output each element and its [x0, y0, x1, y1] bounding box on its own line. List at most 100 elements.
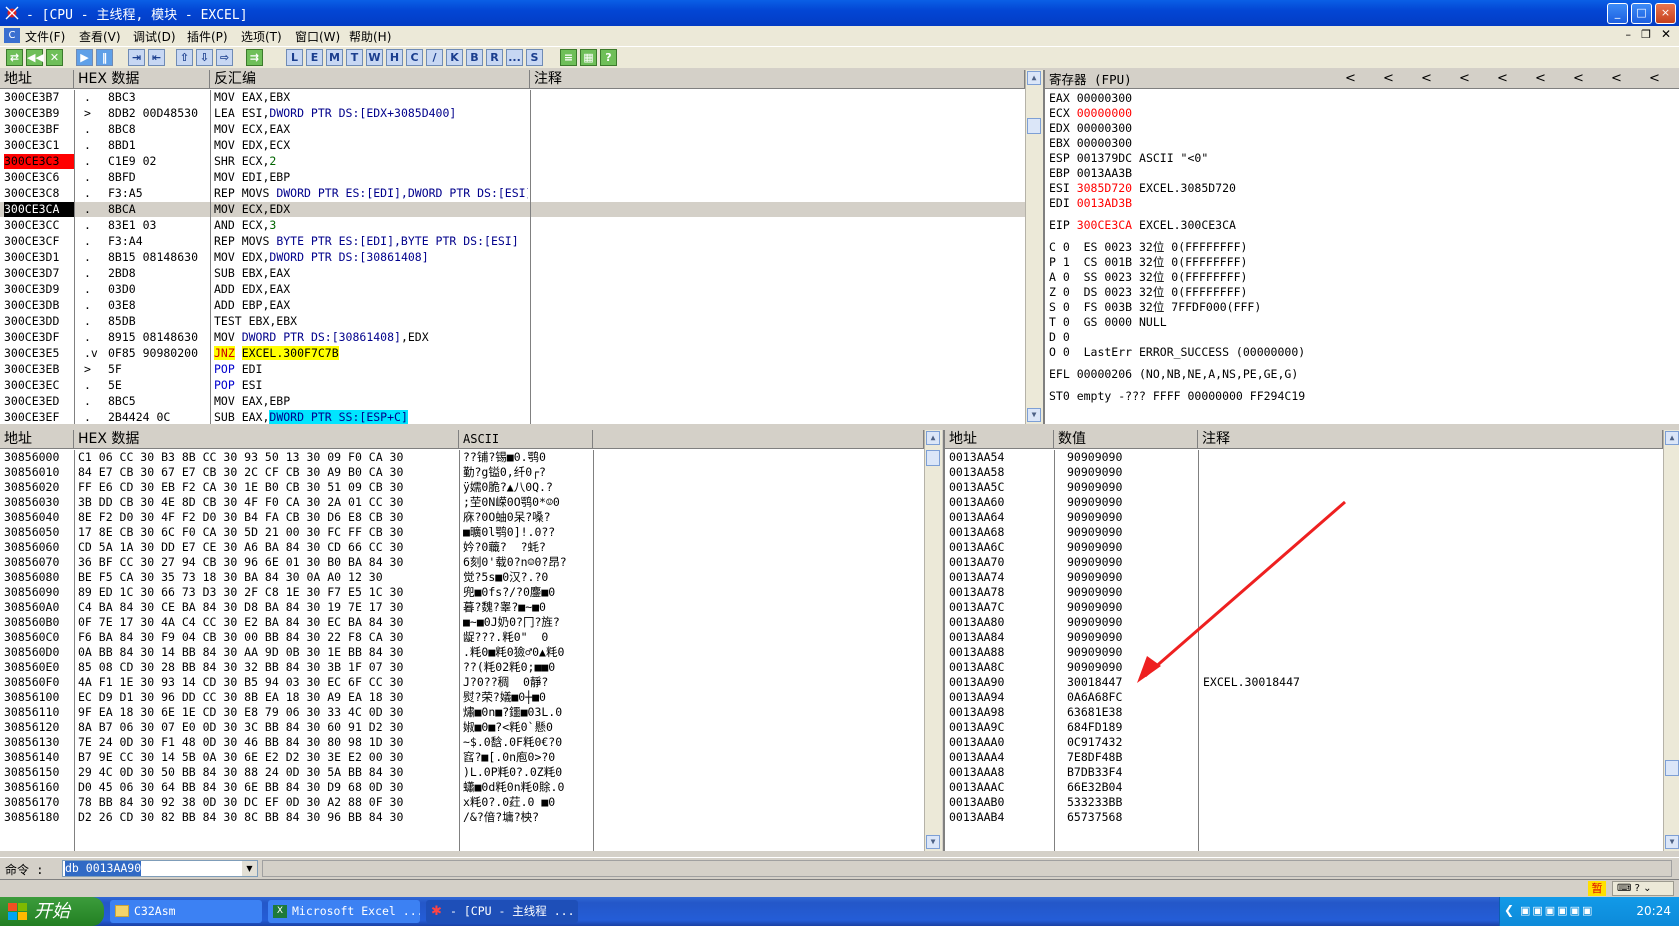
close-button[interactable]: ×	[1655, 3, 1676, 24]
source-button[interactable]: S	[526, 49, 543, 66]
stack-row[interactable]: 0013AA94 0A6A68FC	[945, 690, 1663, 705]
disasm-header-disasm[interactable]: 反汇编	[210, 70, 530, 89]
register-line[interactable]: ESI 3085D720 EXCEL.3085D720	[1049, 181, 1236, 196]
dump-row[interactable]: 30856040 8E F2 D0 30 4F F2 D0 30 B4 FA CB…	[0, 510, 924, 525]
breakpoints-button[interactable]: B	[466, 49, 483, 66]
register-nav-arrow[interactable]: <	[1497, 71, 1508, 86]
register-line[interactable]: EFL 00000206 (NO,NB,NE,A,NS,PE,GE,G)	[1049, 367, 1298, 382]
dump-row[interactable]: 30856110 9F EA 18 30 6E 1E CD 30 E8 79 06…	[0, 705, 924, 720]
help-icon[interactable]: ?	[600, 49, 617, 66]
register-line[interactable]: ESP 001379DC ASCII "<0"	[1049, 151, 1208, 166]
scroll-down-icon[interactable]: ▼	[1027, 408, 1041, 422]
dump-row[interactable]: 30856170 78 BB 84 30 92 38 0D 30 DC EF 0D…	[0, 795, 924, 810]
register-line[interactable]: EDX 00000300	[1049, 121, 1132, 136]
dump-scrollbar[interactable]: ▲ ▼	[924, 430, 942, 851]
dump-row[interactable]: 30856140 B7 9E CC 30 14 5B 0A 30 6E E2 D2…	[0, 750, 924, 765]
menu-debug[interactable]: 调试(D)	[133, 28, 176, 45]
dump-row[interactable]: 30856160 D0 45 06 30 64 BB 84 30 6E BB 84…	[0, 780, 924, 795]
dump-row[interactable]: 30856080 BE F5 CA 30 35 73 18 30 BA 84 30…	[0, 570, 924, 585]
stack-row[interactable]: 0013AA98 63681E38	[945, 705, 1663, 720]
register-nav-arrow[interactable]: <	[1459, 71, 1470, 86]
register-nav-arrow[interactable]: <	[1345, 71, 1356, 86]
dump-header-hex[interactable]: HEX 数据	[74, 430, 459, 449]
disasm-row[interactable]: 300CE3EB >5F POP EDI	[0, 362, 1025, 377]
disasm-row[interactable]: 300CE3BF. 8BC8 MOV ECX,EAX	[0, 122, 1025, 137]
dump-row[interactable]: 30856150 29 4C 0D 30 50 BB 84 30 88 24 0D…	[0, 765, 924, 780]
stack-pane[interactable]: 地址 数值 注释 0013AA54 90909090 0013AA58 9090909…	[943, 430, 1679, 851]
register-nav-arrow[interactable]: <	[1649, 71, 1660, 86]
task-ollydbg-cpu[interactable]: ✱ - [CPU - 主线程 ...	[426, 900, 578, 923]
stack-row[interactable]: 0013AAA4 7E8DF48B	[945, 750, 1663, 765]
menu-window[interactable]: 窗口(W)	[295, 28, 340, 45]
dump-row[interactable]: 30856030 3B DD CB 30 4E 8D CB 30 4F F0 CA…	[0, 495, 924, 510]
chevron-down-icon[interactable]: ▼	[242, 861, 257, 876]
restart-button[interactable]: ◀◀	[26, 49, 44, 66]
dump-row[interactable]: 30856100 EC D9 D1 30 96 DD CC 30 8B EA 18…	[0, 690, 924, 705]
dump-row[interactable]: 30856070 36 BF CC 30 27 94 CB 30 96 6E 01…	[0, 555, 924, 570]
mdi-child-icon[interactable]: C	[4, 28, 20, 43]
menu-options[interactable]: 选项(T)	[241, 28, 282, 45]
register-line[interactable]: S 0 FS 003B 32位 7FFDF000(FFF)	[1049, 300, 1261, 315]
handles-button[interactable]: H	[386, 49, 403, 66]
register-nav-arrow[interactable]: <	[1611, 71, 1622, 86]
register-nav-arrow[interactable]: <	[1535, 71, 1546, 86]
scroll-thumb[interactable]	[1665, 760, 1679, 776]
terminate-button[interactable]: ✕	[46, 49, 63, 66]
tray-expand-icon[interactable]: ❮	[1504, 903, 1514, 917]
step-into-button[interactable]: ⇥	[128, 49, 145, 66]
dump-row[interactable]: 308560F0 4A F1 1E 30 93 14 CD 30 B5 94 03…	[0, 675, 924, 690]
scroll-thumb[interactable]	[926, 450, 940, 466]
scroll-up-icon[interactable]: ▲	[1665, 431, 1679, 445]
dump-row[interactable]: 30856020 FF E6 CD 30 EB F2 CA 30 1E B0 CB…	[0, 480, 924, 495]
register-line[interactable]: EIP 300CE3CA EXCEL.300CE3CA	[1049, 218, 1236, 233]
stack-row[interactable]: 0013AA54 90909090	[945, 450, 1663, 465]
dump-row[interactable]: 308560E0 85 08 CD 30 28 BB 84 30 32 BB 84…	[0, 660, 924, 675]
register-line[interactable]: D 0	[1049, 330, 1070, 345]
disasm-row[interactable]: 300CE3C8. F3:A5 REP MOVS DWORD PTR ES:[EDI…	[0, 186, 1025, 201]
step-over-button[interactable]: ⇤	[148, 49, 165, 66]
mdi-minimize-button[interactable]: –	[1626, 28, 1632, 41]
register-line[interactable]: ECX 00000000	[1049, 106, 1132, 121]
disasm-row[interactable]: 300CE3ED. 8BC5 MOV EAX,EBP	[0, 394, 1025, 409]
dump-row[interactable]: 30856050 17 8E CB 30 6C F0 CA 30 5D 21 00…	[0, 525, 924, 540]
pause-button[interactable]: ‖	[96, 49, 113, 66]
disasm-row[interactable]: 300CE3DF. 8915 08148630 MOV DWORD PTR DS:[…	[0, 330, 1025, 345]
dump-header-ascii[interactable]: ASCII	[459, 430, 593, 449]
disasm-row[interactable]: 300CE3CC. 83E1 03 AND ECX,3	[0, 218, 1025, 233]
register-line[interactable]: T 0 GS 0000 NULL	[1049, 315, 1167, 330]
command-input[interactable]: db 0013AA90 ▼	[62, 860, 258, 877]
stack-row[interactable]: 0013AAB4 65737568	[945, 810, 1663, 825]
start-button[interactable]: 开始	[0, 897, 104, 926]
modules-button[interactable]: E	[306, 49, 323, 66]
disasm-header-address[interactable]: 地址	[0, 70, 74, 89]
stack-row[interactable]: 0013AAA8 B7DB33F4	[945, 765, 1663, 780]
disasm-row[interactable]: 300CE3D7. 2BD8 SUB EBX,EAX	[0, 266, 1025, 281]
disasm-row[interactable]: 300CE3EF. 2B4424 0C SUB EAX,DWORD PTR SS:[…	[0, 410, 1025, 424]
disasm-header-comment[interactable]: 注释	[530, 70, 1025, 89]
register-nav-arrow[interactable]: <	[1573, 71, 1584, 86]
tray-icons[interactable]: ▣▣▣▣▣▣	[1520, 904, 1594, 917]
disasm-row[interactable]: 300CE3C3. C1E9 02 SHR ECX,2	[0, 154, 1025, 169]
register-line[interactable]: EBX 00000300	[1049, 136, 1132, 151]
disasm-row[interactable]: 300CE3B7. 8BC3 MOV EAX,EBX	[0, 90, 1025, 105]
register-line[interactable]: P 1 CS 001B 32位 0(FFFFFFFF)	[1049, 255, 1247, 270]
hex-dump-pane[interactable]: 地址 HEX 数据 ASCII 30856000 C1 06 CC 30 B3 8…	[0, 430, 942, 851]
keyboard-icon[interactable]: ⌨	[1617, 883, 1631, 894]
stack-row[interactable]: 0013AAA0 0C917432	[945, 735, 1663, 750]
cpu-button[interactable]: C	[406, 49, 423, 66]
dump-row[interactable]: 308560B0 0F 7E 17 30 4A C4 CC 30 E2 BA 84…	[0, 615, 924, 630]
task-c32asm[interactable]: C32Asm	[110, 900, 262, 923]
goto-button[interactable]: ⇉	[246, 49, 263, 66]
register-line[interactable]: C 0 ES 0023 32位 0(FFFFFFFF)	[1049, 240, 1247, 255]
menu-plugins[interactable]: 插件(P)	[187, 28, 228, 45]
dump-row[interactable]: 308560A0 C4 BA 84 30 CE BA 84 30 D8 BA 84…	[0, 600, 924, 615]
execute-till-return-button[interactable]: ⇨	[216, 49, 233, 66]
references-button[interactable]: R	[486, 49, 503, 66]
register-line[interactable]: EDI 0013AD3B	[1049, 196, 1132, 211]
disasm-header-hex[interactable]: HEX 数据	[74, 70, 210, 89]
disasm-row[interactable]: 300CE3B9 >8DB2 00D48530 LEA ESI,DWORD PTR …	[0, 106, 1025, 121]
disasm-row[interactable]: 300CE3CF. F3:A4 REP MOVS BYTE PTR ES:[EDI]…	[0, 234, 1025, 249]
run-button[interactable]: ▶	[76, 49, 93, 66]
disasm-row[interactable]: 300CE3DB. 03E8 ADD EBP,EAX	[0, 298, 1025, 313]
stack-row[interactable]: 0013AAB0 533233BB	[945, 795, 1663, 810]
